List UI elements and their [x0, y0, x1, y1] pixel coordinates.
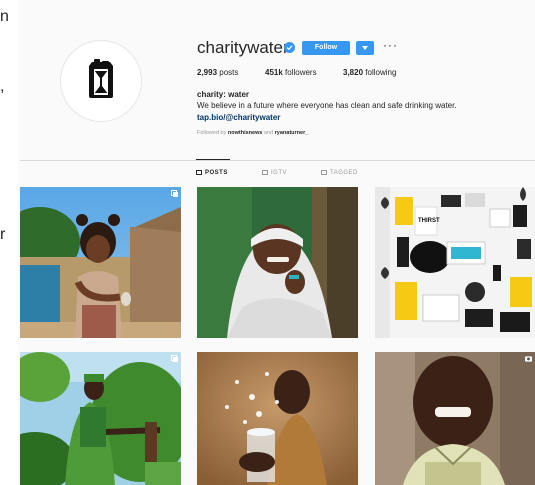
svg-text:THIRST: THIRST: [418, 218, 440, 224]
tab-tagged[interactable]: TAGGED: [321, 170, 358, 176]
tag-icon: [321, 170, 327, 175]
follow-button[interactable]: Follow: [302, 41, 350, 55]
followed-by-and: and: [263, 130, 274, 136]
posts-count-label: posts: [219, 68, 239, 77]
post-thumbnail[interactable]: [197, 187, 358, 338]
post-thumbnail[interactable]: [197, 352, 358, 485]
suggested-dropdown-button[interactable]: [356, 41, 374, 55]
following-count-label: following: [365, 68, 397, 77]
tab-label: POSTS: [205, 170, 228, 176]
followed-by-prefix: Followed by: [197, 130, 227, 136]
video-icon: [525, 356, 532, 362]
profile-bio: We believe in a future where everyone ha…: [197, 101, 457, 110]
followers-count-value: 451k: [265, 68, 283, 77]
tabs-divider: [20, 160, 535, 161]
clipped-text: ,: [0, 78, 5, 95]
followers-count-label: followers: [285, 68, 317, 77]
profile-full-name: charity: water: [197, 90, 250, 99]
followed-by[interactable]: Followed by nowthisnews and ryanaturner_: [197, 130, 308, 136]
post-image: [20, 187, 181, 338]
more-options-button[interactable]: ···: [383, 38, 398, 52]
post-thumbnail[interactable]: THIRST: [375, 187, 535, 338]
profile-username: charitywater: [197, 38, 289, 57]
clipped-text: r: [0, 226, 6, 243]
posts-count-value: 2,993: [197, 68, 218, 77]
jerrycan-logo-icon: [89, 59, 113, 98]
post-image: [197, 187, 358, 338]
tab-posts[interactable]: POSTS: [196, 170, 228, 176]
grid-icon: [196, 170, 202, 175]
active-tab-indicator: [196, 159, 230, 160]
igtv-icon: [262, 170, 268, 175]
tab-label: IGTV: [271, 170, 288, 176]
profile-website-link[interactable]: tap.bio/@charitywater: [197, 113, 280, 122]
tab-label: TAGGED: [330, 170, 358, 176]
post-image: [375, 352, 535, 485]
multiple-posts-icon: [171, 190, 178, 197]
left-edge-strip: n , r: [0, 0, 18, 485]
post-thumbnail[interactable]: [20, 352, 181, 485]
following-count[interactable]: 3,820 following: [343, 68, 396, 77]
following-count-value: 3,820: [343, 68, 364, 77]
post-image: THIRST: [375, 187, 535, 338]
followed-by-user: ryanaturner_: [274, 130, 309, 136]
clipped-text: n: [0, 8, 9, 25]
followers-count[interactable]: 451k followers: [265, 68, 317, 77]
caret-down-icon: [362, 46, 368, 50]
post-thumbnail[interactable]: [20, 187, 181, 338]
profile-avatar[interactable]: [60, 40, 142, 122]
posts-count: 2,993 posts: [197, 68, 238, 77]
multiple-posts-icon: [171, 355, 178, 362]
post-thumbnail[interactable]: [375, 352, 535, 485]
verified-badge-icon: [284, 42, 295, 53]
post-image: [197, 352, 358, 485]
post-image: [20, 352, 181, 485]
followed-by-user: nowthisnews: [227, 130, 263, 136]
tab-igtv[interactable]: IGTV: [262, 170, 287, 176]
